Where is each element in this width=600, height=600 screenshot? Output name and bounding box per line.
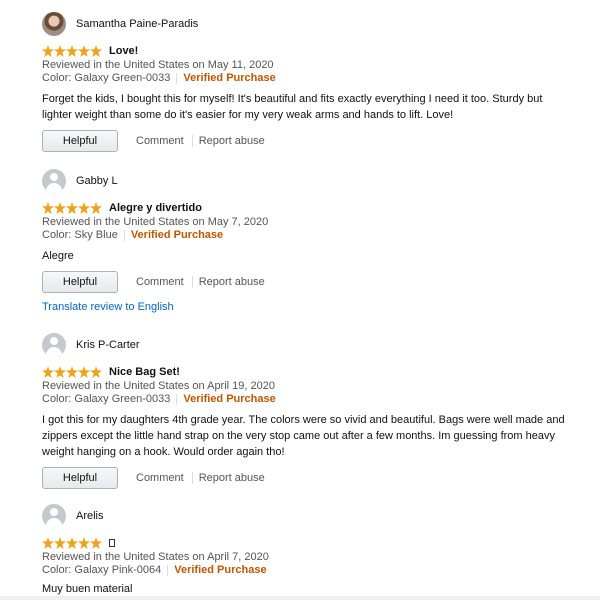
star-icon	[42, 202, 54, 214]
report-abuse-link[interactable]: Report abuse	[199, 276, 265, 288]
person-silhouette-icon[interactable]	[42, 504, 66, 528]
star-icon	[42, 366, 54, 378]
helpful-button[interactable]: Helpful	[42, 467, 118, 489]
reviewer-name[interactable]: Arelis	[76, 510, 104, 522]
review-variant-row: Color: Sky Blue Verified Purchase	[42, 229, 580, 242]
review-color[interactable]: Color: Sky Blue	[42, 229, 118, 241]
star-icon	[66, 202, 78, 214]
star-icon	[90, 202, 102, 214]
star-icon	[66, 537, 78, 549]
helpful-button[interactable]: Helpful	[42, 130, 118, 152]
star-icon	[78, 202, 90, 214]
review-date: Reviewed in the United States on May 7, …	[42, 216, 269, 228]
missing-glyph-box-icon	[109, 539, 115, 547]
star-icon	[90, 537, 102, 549]
star-icon	[78, 45, 90, 57]
review-title[interactable]: Alegre y divertido	[109, 202, 202, 214]
review-title-row	[42, 536, 580, 550]
verified-purchase-badge: Verified Purchase	[130, 229, 224, 241]
review-title-row: Alegre y divertido	[42, 201, 580, 215]
reviewer-name[interactable]: Samantha Paine-Paradis	[76, 18, 198, 30]
divider	[191, 276, 193, 288]
review-item: Kris P-Carter Nice Bag Set! Reviewed in …	[42, 332, 580, 489]
review-body: Alegre	[42, 250, 74, 262]
review-item: Samantha Paine-Paradis Love! Reviewed in…	[42, 11, 580, 152]
review-body: Forget the kids, I bought this for mysel…	[42, 93, 543, 121]
comment-link[interactable]: Comment	[136, 472, 184, 484]
star-icon	[54, 537, 66, 549]
verified-purchase-badge: Verified Purchase	[174, 564, 267, 576]
review-title-row: Nice Bag Set!	[42, 365, 580, 379]
separator	[176, 393, 178, 405]
reviewer[interactable]: Gabby L	[42, 168, 580, 194]
review-color[interactable]: Color: Galaxy Green-0033	[42, 393, 170, 405]
reviews-list: Samantha Paine-Paradis Love! Reviewed in…	[0, 0, 600, 600]
review-actions: Helpful Comment Report abuse	[42, 271, 580, 293]
review-item: Gabby L Alegre y divertido Reviewed in t…	[42, 168, 580, 313]
review-actions: Helpful Comment Report abuse	[42, 130, 580, 152]
horizontal-scrollbar[interactable]	[0, 596, 600, 600]
review-title[interactable]: Love!	[109, 45, 138, 57]
separator	[176, 72, 178, 84]
star-rating[interactable]	[42, 45, 102, 57]
review-variant-row: Color: Galaxy Green-0033 Verified Purchas…	[42, 393, 580, 406]
translate-review-link[interactable]: Translate review to English	[42, 301, 580, 313]
reviewer[interactable]: Kris P-Carter	[42, 332, 580, 358]
star-icon	[54, 45, 66, 57]
review-date: Reviewed in the United States on April 7…	[42, 551, 269, 563]
review-variant-row: Color: Galaxy Pink-0064 Verified Purchase	[42, 564, 580, 577]
review-date: Reviewed in the United States on May 11,…	[42, 59, 274, 71]
avatar-photo[interactable]	[42, 12, 66, 36]
star-rating[interactable]	[42, 366, 102, 378]
star-icon	[42, 45, 54, 57]
helpful-button[interactable]: Helpful	[42, 271, 118, 293]
star-icon	[90, 45, 102, 57]
reviewer-name[interactable]: Kris P-Carter	[76, 339, 140, 351]
review-actions: Helpful Comment Report abuse	[42, 467, 580, 489]
review-title-row: Love!	[42, 44, 580, 58]
star-rating[interactable]	[42, 537, 102, 549]
divider	[191, 135, 193, 147]
verified-purchase-badge: Verified Purchase	[183, 393, 276, 405]
separator	[167, 564, 169, 576]
star-icon	[42, 537, 54, 549]
star-rating[interactable]	[42, 202, 102, 214]
person-silhouette-icon[interactable]	[42, 169, 66, 193]
reviewer[interactable]: Samantha Paine-Paradis	[42, 11, 580, 37]
review-title[interactable]: Nice Bag Set!	[109, 366, 180, 378]
comment-link[interactable]: Comment	[136, 135, 184, 147]
review-variant-row: Color: Galaxy Green-0033 Verified Purchas…	[42, 72, 580, 85]
star-icon	[90, 366, 102, 378]
separator	[123, 229, 125, 241]
review-body: Muy buen material	[42, 583, 133, 595]
verified-purchase-badge: Verified Purchase	[183, 72, 276, 84]
review-date: Reviewed in the United States on April 1…	[42, 380, 275, 392]
report-abuse-link[interactable]: Report abuse	[199, 472, 265, 484]
star-icon	[66, 45, 78, 57]
star-icon	[78, 366, 90, 378]
person-silhouette-icon[interactable]	[42, 333, 66, 357]
report-abuse-link[interactable]: Report abuse	[199, 135, 265, 147]
comment-link[interactable]: Comment	[136, 276, 184, 288]
reviewer[interactable]: Arelis	[42, 503, 580, 529]
review-item: Arelis Reviewed in the United States on …	[42, 503, 580, 597]
star-icon	[78, 537, 90, 549]
review-color[interactable]: Color: Galaxy Pink-0064	[42, 564, 161, 576]
review-color[interactable]: Color: Galaxy Green-0033	[42, 72, 170, 84]
reviewer-name[interactable]: Gabby L	[76, 175, 118, 187]
divider	[191, 472, 193, 484]
star-icon	[54, 202, 66, 214]
review-body: I got this for my daughters 4th grade ye…	[42, 414, 565, 458]
star-icon	[66, 366, 78, 378]
star-icon	[54, 366, 66, 378]
